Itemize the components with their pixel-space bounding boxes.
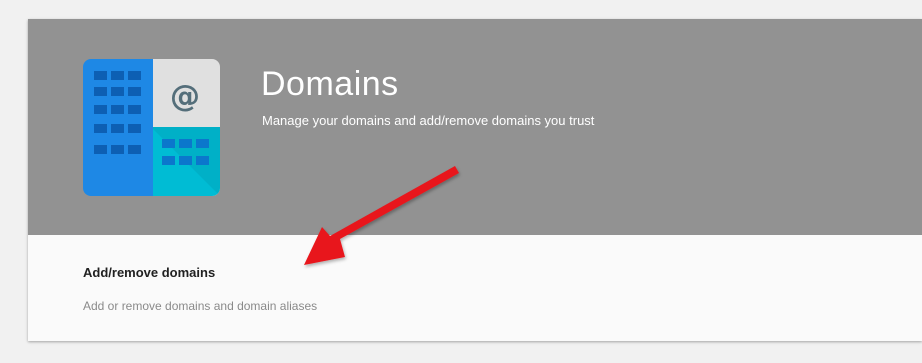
- domains-building-icon: @: [83, 59, 220, 196]
- page-title: Domains: [261, 65, 399, 103]
- card-header: @ Domains Manage your domains and add/re…: [28, 19, 922, 235]
- domains-card: @ Domains Manage your domains and add/re…: [28, 19, 922, 341]
- item-title: Add/remove domains: [83, 265, 216, 280]
- at-symbol: @: [170, 79, 200, 114]
- page-subtitle: Manage your domains and add/remove domai…: [262, 113, 595, 128]
- add-remove-domains-item[interactable]: Add/remove domains Add or remove domains…: [28, 235, 922, 341]
- item-description: Add or remove domains and domain aliases: [83, 299, 318, 313]
